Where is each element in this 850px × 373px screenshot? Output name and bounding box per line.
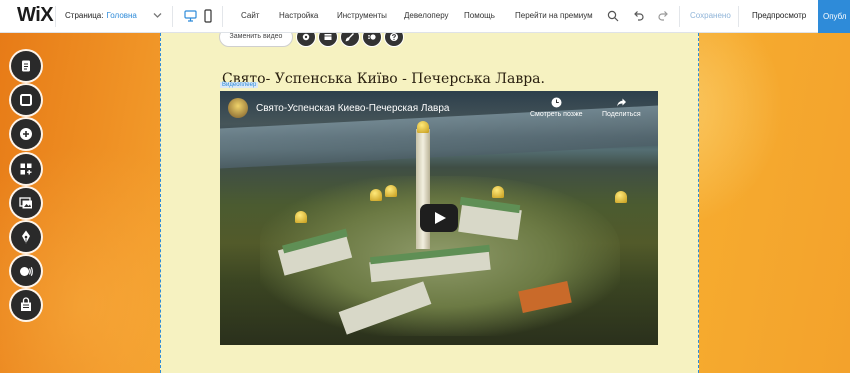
megaphone-icon	[20, 266, 33, 277]
tool-media-button[interactable]	[11, 188, 41, 218]
desktop-icon[interactable]	[184, 10, 197, 22]
pen-nib-icon	[22, 230, 30, 244]
editor-stage: Заменить видео Свято- Успенська Київо - …	[0, 33, 850, 373]
undo-icon[interactable]	[633, 10, 644, 21]
divider	[172, 6, 173, 27]
pages-label: Страница:	[65, 11, 104, 20]
element-type-tag: Видеоплеер	[220, 82, 259, 88]
save-status: Сохранено	[690, 11, 731, 20]
publish-button[interactable]: Опубл	[818, 0, 850, 33]
video-frame-dome	[615, 191, 627, 203]
clock-icon	[551, 97, 562, 108]
divider	[738, 6, 739, 27]
divider	[55, 6, 56, 27]
zoom-icon[interactable]	[607, 10, 619, 22]
video-frame-dome	[370, 189, 382, 201]
chevron-down-icon[interactable]	[153, 12, 162, 19]
replace-video-button[interactable]: Заменить видео	[219, 33, 293, 47]
video-frame-dome	[492, 186, 504, 198]
menu-premium[interactable]: Перейти на премиум	[515, 11, 593, 20]
share-button[interactable]: Поделиться	[602, 97, 641, 118]
video-player[interactable]: Свято-Успенская Киево-Печерская Лавра См…	[220, 91, 658, 345]
question-icon	[390, 33, 398, 41]
menu-site[interactable]: Сайт	[241, 11, 259, 20]
video-frame-river	[220, 105, 658, 169]
media-icon	[19, 197, 32, 209]
divider	[679, 6, 680, 27]
current-page: Головна	[106, 11, 137, 20]
tool-menus-button[interactable]	[11, 51, 41, 81]
video-title[interactable]: Свято-Успенская Киево-Печерская Лавра	[256, 103, 449, 114]
watch-later-label: Смотреть позже	[530, 111, 583, 118]
preview-button[interactable]: Предпросмотр	[752, 11, 806, 20]
animation-icon	[368, 34, 376, 40]
gear-icon	[302, 33, 310, 41]
page-selector[interactable]: Страница: Головна	[65, 11, 137, 20]
tool-blog-button[interactable]	[11, 222, 41, 252]
mobile-icon[interactable]	[204, 9, 212, 23]
video-frame-dome	[417, 121, 429, 133]
channel-avatar[interactable]	[228, 98, 248, 118]
menu-developer[interactable]: Девелоперу	[404, 11, 449, 20]
redo-icon[interactable]	[658, 10, 669, 21]
menu-settings[interactable]: Настройка	[279, 11, 318, 20]
tool-store-button[interactable]	[11, 290, 41, 320]
tool-apps-button[interactable]	[11, 154, 41, 184]
share-label: Поделиться	[602, 111, 641, 118]
paintbrush-icon	[345, 33, 354, 42]
video-frame-dome	[295, 211, 307, 223]
tool-background-button[interactable]	[11, 85, 41, 115]
share-icon	[616, 98, 626, 107]
layout-icon	[324, 34, 332, 40]
plus-icon	[20, 128, 32, 140]
tool-add-button[interactable]	[11, 119, 41, 149]
divider	[222, 6, 223, 27]
video-frame-dome	[385, 185, 397, 197]
play-button[interactable]	[420, 204, 458, 232]
store-icon	[21, 297, 31, 311]
watch-later-button[interactable]: Смотреть позже	[530, 97, 583, 118]
menu-help[interactable]: Помощь	[464, 11, 495, 20]
wix-logo[interactable]: WiX	[17, 4, 54, 27]
apps-icon	[20, 163, 32, 175]
tool-marketing-button[interactable]	[11, 256, 41, 286]
page-heading[interactable]: Свято- Успенська Київо - Печерська Лавра…	[222, 71, 545, 87]
background-icon	[20, 94, 32, 106]
pages-icon	[22, 60, 30, 72]
menu-tools[interactable]: Инструменты	[337, 11, 387, 20]
editor-top-bar: WiX Страница: Головна Сайт Настройка Инст…	[0, 0, 850, 33]
